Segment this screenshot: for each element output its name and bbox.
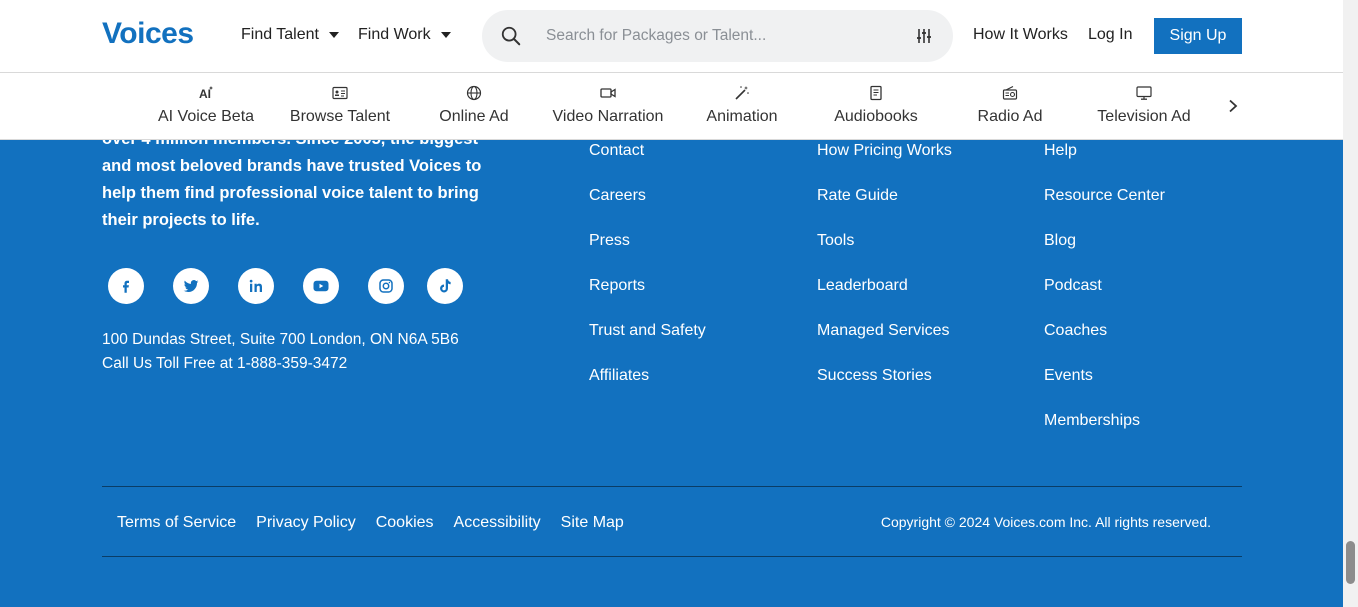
footer-link-blog[interactable]: Blog (1044, 229, 1165, 274)
footer-divider-bottom (102, 556, 1242, 557)
category-television-ad[interactable]: Television Ad (1077, 73, 1211, 140)
page-scrollbar[interactable] (1343, 0, 1358, 607)
category-video-narration[interactable]: Video Narration (541, 73, 675, 140)
top-navigation: Voices Find Talent Find Work How It Work… (0, 0, 1343, 73)
footer-link-contact[interactable]: Contact (589, 139, 706, 184)
find-talent-label: Find Talent (241, 26, 319, 43)
search-bar (482, 10, 953, 62)
legal-links: Terms of Service Privacy Policy Cookies … (117, 512, 624, 534)
category-browse-talent[interactable]: Browse Talent (273, 73, 407, 140)
twitter-icon[interactable] (173, 268, 209, 304)
monitor-icon (1136, 86, 1152, 100)
chevron-down-icon (440, 32, 451, 38)
footer-column-services: How Pricing Works Rate Guide Tools Leade… (817, 139, 952, 409)
chevron-right-icon (1229, 99, 1238, 113)
cookies-link[interactable]: Cookies (376, 512, 434, 534)
video-camera-icon (600, 88, 616, 98)
svg-text:AI: AI (199, 87, 211, 101)
chevron-down-icon (328, 32, 339, 38)
category-label: Online Ad (439, 108, 509, 125)
ai-icon: AI (199, 86, 213, 101)
log-in-link[interactable]: Log In (1088, 26, 1132, 44)
category-label: Browse Talent (289, 108, 391, 125)
find-work-dropdown[interactable]: Find Work (358, 26, 451, 44)
footer-link-affiliates[interactable]: Affiliates (589, 364, 706, 409)
category-audiobooks[interactable]: Audiobooks (809, 73, 943, 140)
radio-icon (1002, 86, 1018, 100)
phone-line: Call Us Toll Free at 1-888-359-3472 (102, 355, 348, 372)
sign-up-button[interactable]: Sign Up (1154, 18, 1242, 54)
globe-icon (466, 85, 482, 101)
category-label: Audiobooks (834, 108, 918, 125)
voices-logo[interactable]: Voices (102, 17, 194, 51)
footer-column-resources: Help Resource Center Blog Podcast Coache… (1044, 139, 1165, 454)
copyright-text: Copyright © 2024 Voices.com Inc. All rig… (880, 514, 1211, 530)
footer-address: 100 Dundas Street, Suite 700 London, ON … (102, 328, 459, 376)
tiktok-icon[interactable] (427, 268, 463, 304)
footer-link-podcast[interactable]: Podcast (1044, 274, 1165, 319)
footer-column-company: Contact Careers Press Reports Trust and … (589, 139, 706, 409)
category-bar: AI AI Voice Beta Browse Talent Online Ad… (0, 73, 1343, 140)
address-line: 100 Dundas Street, Suite 700 London, ON … (102, 331, 459, 348)
youtube-icon[interactable] (303, 268, 339, 304)
social-links (0, 268, 480, 308)
instagram-icon[interactable] (368, 268, 404, 304)
footer-link-tools[interactable]: Tools (817, 229, 952, 274)
footer-link-managed-services[interactable]: Managed Services (817, 319, 952, 364)
find-work-label: Find Work (358, 26, 431, 43)
category-animation[interactable]: Animation (675, 73, 809, 140)
footer-link-help[interactable]: Help (1044, 139, 1165, 184)
facebook-icon[interactable] (108, 268, 144, 304)
how-it-works-link[interactable]: How It Works (973, 26, 1068, 44)
footer-link-press[interactable]: Press (589, 229, 706, 274)
find-talent-dropdown[interactable]: Find Talent (241, 26, 339, 44)
footer-link-rate-guide[interactable]: Rate Guide (817, 184, 952, 229)
footer-divider-top (102, 486, 1242, 487)
site-map-link[interactable]: Site Map (561, 512, 624, 534)
footer-link-reports[interactable]: Reports (589, 274, 706, 319)
search-icon[interactable] (500, 25, 522, 47)
terms-of-service-link[interactable]: Terms of Service (117, 512, 236, 534)
category-label: Television Ad (1097, 108, 1191, 125)
footer-link-coaches[interactable]: Coaches (1044, 319, 1165, 364)
category-label: Animation (706, 108, 778, 125)
book-icon (870, 85, 882, 101)
category-radio-ad[interactable]: Radio Ad (943, 73, 1077, 140)
footer-link-success-stories[interactable]: Success Stories (817, 364, 952, 409)
linkedin-icon[interactable] (238, 268, 274, 304)
magic-wand-icon (735, 86, 749, 100)
id-card-icon (332, 86, 348, 100)
accessibility-link[interactable]: Accessibility (454, 512, 541, 534)
footer-link-trust-and-safety[interactable]: Trust and Safety (589, 319, 706, 364)
privacy-policy-link[interactable]: Privacy Policy (256, 512, 356, 534)
filter-sliders-icon[interactable] (915, 27, 933, 45)
category-label: AI Voice Beta (157, 108, 255, 125)
scrollbar-thumb[interactable] (1346, 541, 1355, 584)
footer-link-memberships[interactable]: Memberships (1044, 409, 1165, 454)
footer-link-how-pricing-works[interactable]: How Pricing Works (817, 139, 952, 184)
footer-link-resource-center[interactable]: Resource Center (1044, 184, 1165, 229)
category-label: Radio Ad (977, 108, 1043, 125)
category-ai-voice-beta[interactable]: AI AI Voice Beta (139, 73, 273, 140)
footer-link-events[interactable]: Events (1044, 364, 1165, 409)
category-label: Video Narration (552, 108, 664, 125)
category-online-ad[interactable]: Online Ad (407, 73, 541, 140)
footer-link-careers[interactable]: Careers (589, 184, 706, 229)
search-input[interactable] (546, 22, 886, 50)
footer-about-text: over 4 million members. Since 2005, the … (102, 130, 482, 229)
category-next-button[interactable] (1222, 95, 1244, 117)
footer-link-leaderboard[interactable]: Leaderboard (817, 274, 952, 319)
